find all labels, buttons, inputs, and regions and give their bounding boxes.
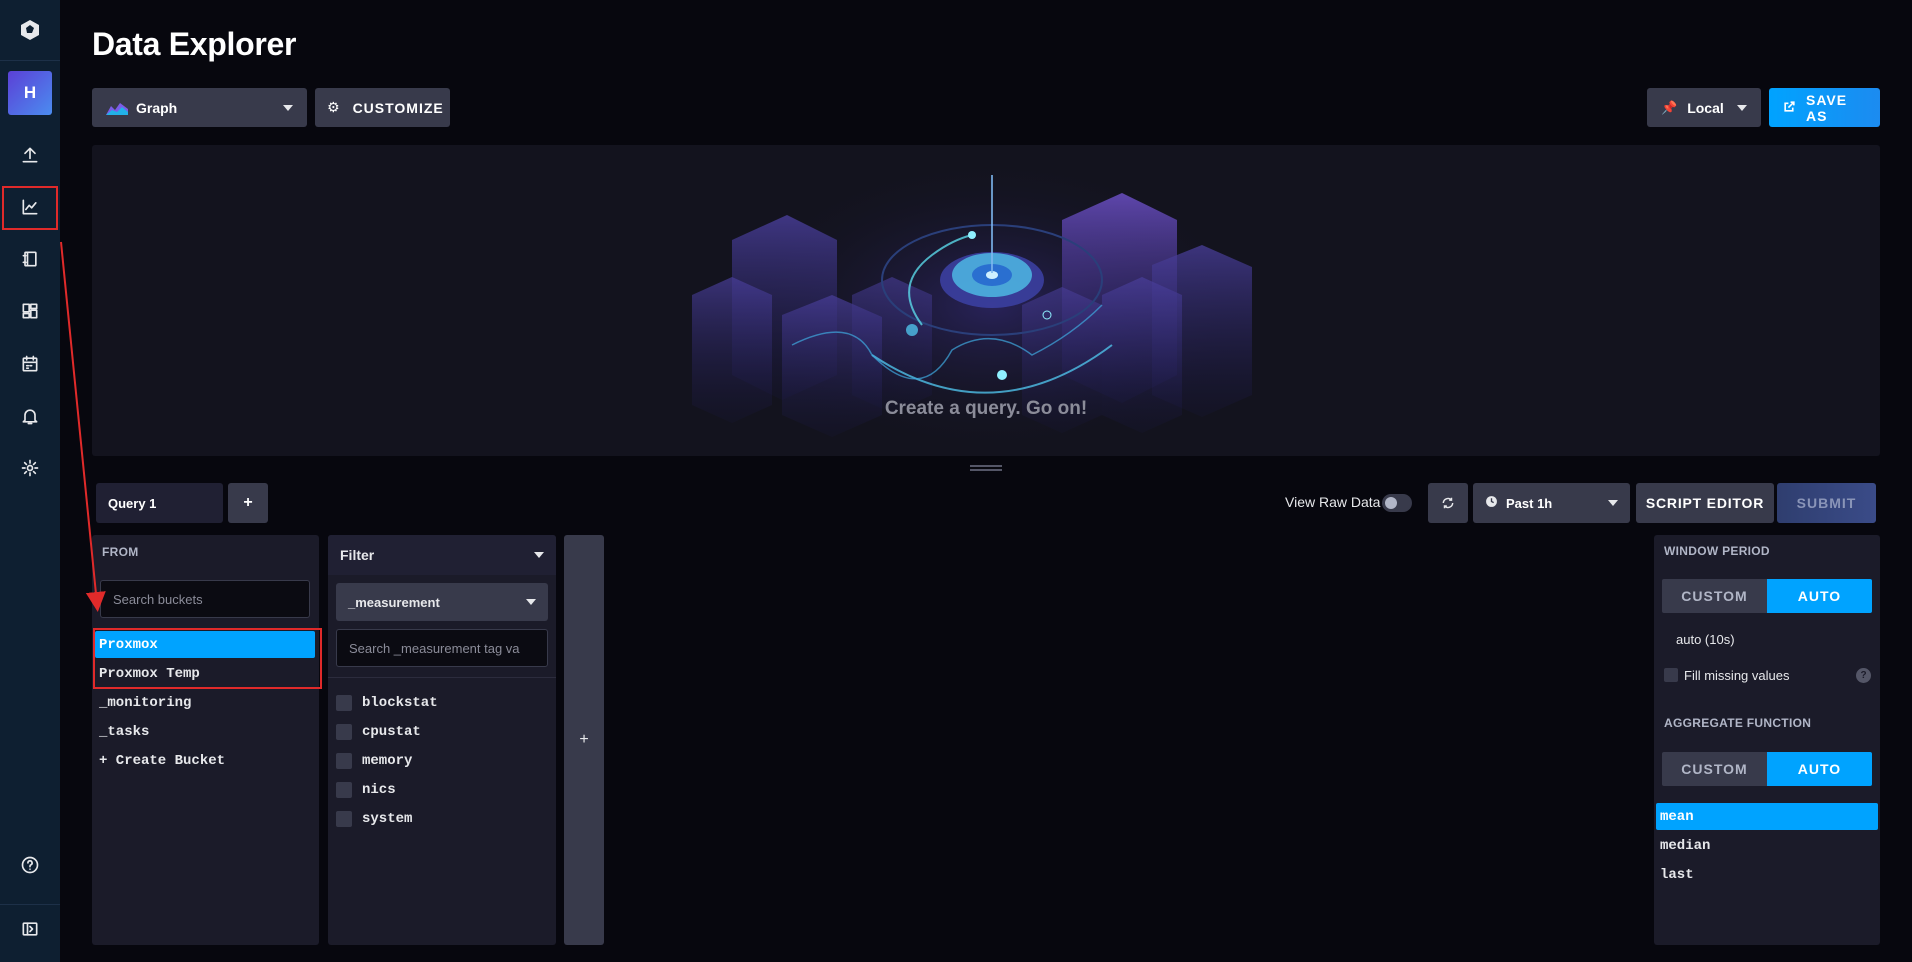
customize-label: CUSTOMIZE [352,99,444,116]
from-panel: FROM Proxmox Proxmox Temp _monitoring _t… [92,535,319,945]
time-range-label: Past 1h [1506,495,1553,511]
avatar-letter: H [23,83,37,102]
tag-value-label: memory [362,753,413,769]
tag-value-item[interactable]: cpustat [336,719,421,745]
page-title: Data Explorer [92,26,297,62]
chevron-down-icon [1737,104,1747,111]
refresh-icon [1442,497,1454,509]
submit-button[interactable]: SUBMIT [1777,483,1876,523]
graph-area: Create a query. Go on! [92,145,1880,456]
checkbox[interactable] [336,753,352,769]
toggle-knob [1385,497,1397,509]
submit-label: SUBMIT [1796,495,1857,511]
clock-icon [1485,495,1498,511]
bucket-item[interactable]: _tasks [95,718,315,745]
dashboards-icon[interactable] [0,287,60,335]
annotation-box-explorer [2,186,58,230]
add-filter-button[interactable]: + [564,535,604,945]
script-editor-button[interactable]: SCRIPT EDITOR [1636,483,1774,523]
time-range-dropdown[interactable]: Past 1h [1473,483,1630,523]
chevron-down-icon [1608,500,1618,506]
aggregate-panel: WINDOW PERIOD CUSTOM AUTO auto (10s) Fil… [1654,535,1880,945]
save-as-label: SAVE AS [1806,91,1848,124]
tag-value-search-input[interactable] [336,629,548,667]
plus-icon: + [243,494,253,511]
empty-state-message: Create a query. Go on! [884,398,1088,419]
query-tab-label: Query 1 [108,495,157,511]
gear-icon: ⚙ [327,99,341,115]
view-raw-data-toggle[interactable] [1382,494,1412,512]
bucket-item[interactable]: _monitoring [95,689,315,716]
fill-missing-checkbox[interactable] [1664,668,1678,682]
graph-type-label: Graph [136,99,178,116]
view-raw-data-label: View Raw Data [1285,494,1381,510]
timezone-dropdown[interactable]: 📌 Local [1647,88,1761,127]
aggregate-function-item[interactable]: median [1656,832,1878,859]
pin-icon: 📌 [1661,99,1678,115]
avatar[interactable]: H [8,71,52,115]
aggregate-custom-button[interactable]: CUSTOM [1662,752,1767,786]
aggregate-function-toggle: CUSTOM AUTO [1662,752,1872,786]
notebook-icon[interactable] [0,235,60,283]
upload-icon[interactable] [0,131,60,179]
graph-type-icon [106,102,128,115]
help-icon[interactable]: ? [1856,668,1871,683]
filter-title: Filter [340,547,375,563]
chevron-down-icon [283,104,293,111]
tag-value-item[interactable]: blockstat [336,690,438,716]
help-icon[interactable] [0,841,60,889]
export-icon [1783,100,1796,116]
settings-icon[interactable] [0,444,60,492]
customize-button[interactable]: ⚙ CUSTOMIZE [315,88,450,127]
sidebar: H [0,0,60,962]
tab-query-1[interactable]: Query 1 [96,483,223,523]
window-period-toggle: CUSTOM AUTO [1662,579,1872,613]
tag-value-label: blockstat [362,695,438,711]
tag-value-label: system [362,811,413,827]
tasks-icon[interactable] [0,340,60,388]
alerts-icon[interactable] [0,392,60,440]
filter-panel: Filter _measurement blockstat cpustat me… [328,535,556,945]
aggregate-auto-button[interactable]: AUTO [1767,752,1872,786]
from-title: FROM [102,545,139,559]
graph-type-dropdown[interactable]: Graph [92,88,307,127]
chevron-down-icon [534,552,544,558]
fill-missing-label: Fill missing values [1684,668,1790,683]
filter-function-dropdown[interactable]: Filter [328,535,556,575]
window-auto-button[interactable]: AUTO [1767,579,1872,613]
add-query-button[interactable]: + [228,483,268,523]
chevron-down-icon [526,599,536,605]
aggregate-function-item[interactable]: mean [1656,803,1878,830]
refresh-button[interactable] [1428,483,1468,523]
checkbox[interactable] [336,811,352,827]
divider [328,677,556,678]
tag-value-item[interactable]: system [336,806,412,832]
resize-handle[interactable] [970,465,1002,471]
aggregate-function-title: AGGREGATE FUNCTION [1664,716,1812,730]
checkbox[interactable] [336,724,352,740]
tag-value-item[interactable]: memory [336,748,412,774]
window-period-title: WINDOW PERIOD [1664,544,1770,558]
window-period-value: auto (10s) [1676,632,1735,647]
annotation-box-buckets [93,628,322,689]
timezone-label: Local [1687,99,1724,116]
save-as-button[interactable]: SAVE AS [1769,88,1880,127]
script-editor-label: SCRIPT EDITOR [1645,495,1765,511]
logo-icon[interactable] [0,0,60,61]
tag-key-label: _measurement [348,594,440,610]
create-bucket-link[interactable]: + Create Bucket [95,747,315,774]
aggregate-function-item[interactable]: last [1656,861,1878,888]
bucket-search-input[interactable] [100,580,310,618]
collapse-icon[interactable] [0,905,60,953]
window-custom-button[interactable]: CUSTOM [1662,579,1767,613]
checkbox[interactable] [336,782,352,798]
tag-value-label: cpustat [362,724,421,740]
checkbox[interactable] [336,695,352,711]
tag-value-item[interactable]: nics [336,777,396,803]
plus-icon: + [579,731,589,748]
tag-value-label: nics [362,782,396,798]
tag-key-dropdown[interactable]: _measurement [336,583,548,621]
